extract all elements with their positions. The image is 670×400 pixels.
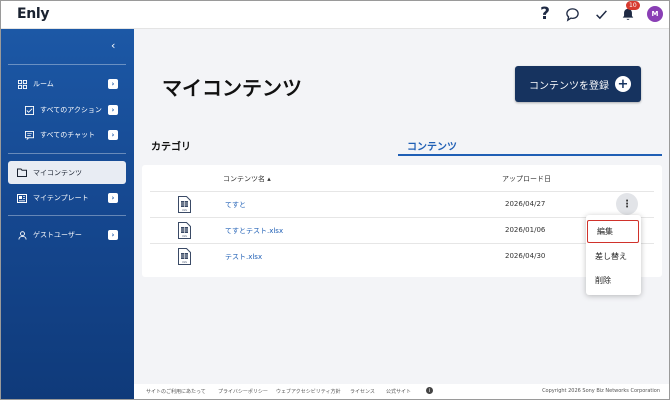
template-icon [17, 193, 27, 203]
sidebar-item-label: マイテンプレート [33, 194, 89, 202]
checkbox-icon [24, 105, 34, 115]
file-name-link[interactable]: テスト.xlsx [225, 252, 262, 262]
avatar[interactable]: M [647, 6, 663, 22]
chevron-right-icon[interactable]: › [108, 230, 118, 240]
sidebar-item-all-chats[interactable]: すべてのチャット › [8, 125, 126, 145]
folder-icon [17, 168, 27, 178]
file-name-link[interactable]: てすと [225, 200, 246, 210]
contents-table: コンテンツ名 ▴ アップロード日 XLS てすと 2026/04/27 ⋮ XL… [142, 165, 662, 277]
sidebar-divider [8, 64, 126, 65]
upload-date: 2026/04/30 [505, 252, 546, 260]
grid-icon [17, 79, 27, 89]
sidebar-divider [8, 215, 126, 216]
register-content-button[interactable]: コンテンツを登録 + [515, 66, 641, 102]
tab-contents-label: コンテンツ [407, 142, 457, 153]
sidebar: ‹ ルーム › すべてのアクション › すべてのチャット › マイコンテンツ マ… [0, 29, 134, 400]
file-name-link[interactable]: てすとテスト.xlsx [225, 226, 283, 236]
spreadsheet-file-icon: XLS [178, 196, 191, 213]
sidebar-item-label: マイコンテンツ [33, 168, 82, 177]
spreadsheet-file-icon: XLS [178, 248, 191, 265]
sidebar-item-guest-users[interactable]: ゲストユーザー › [8, 225, 126, 245]
svg-text:XLS: XLS [182, 260, 187, 264]
footer-link-license[interactable]: ライセンス [350, 388, 375, 395]
chevron-right-icon[interactable]: › [108, 130, 118, 140]
page-title: マイコンテンツ [162, 76, 302, 100]
main-content: マイコンテンツ コンテンツを登録 + カテゴリ コンテンツ コンテンツ名 ▴ ア… [134, 29, 670, 384]
tab-bar: カテゴリ コンテンツ [142, 132, 662, 156]
upload-date: 2026/01/06 [505, 226, 546, 234]
sidebar-item-label: すべてのアクション [40, 106, 102, 114]
register-content-label: コンテンツを登録 [529, 80, 609, 92]
footer-link-accessibility[interactable]: ウェブアクセシビリティ方針 [276, 388, 340, 395]
help-icon[interactable]: ? [536, 4, 554, 24]
top-header: Enly ? 10 M [0, 0, 670, 29]
info-icon[interactable]: i [426, 387, 433, 394]
sidebar-item-my-contents[interactable]: マイコンテンツ [8, 161, 126, 184]
sidebar-item-label: すべてのチャット [40, 131, 96, 139]
table-row[interactable]: XLS てすと 2026/04/27 ⋮ [150, 191, 654, 217]
plus-icon: + [615, 76, 631, 92]
chevron-right-icon[interactable]: › [108, 105, 118, 115]
column-header-name[interactable]: コンテンツ名 ▴ [223, 174, 271, 184]
app-logo[interactable]: Enly [17, 6, 50, 22]
svg-text:XLS: XLS [182, 234, 187, 238]
svg-text:XLS: XLS [182, 208, 187, 212]
notification-badge: 10 [626, 1, 640, 10]
more-options-icon[interactable]: ⋮ [616, 193, 638, 215]
user-icon [17, 230, 27, 240]
menu-item-edit[interactable]: 編集 [587, 220, 639, 243]
sidebar-item-all-actions[interactable]: すべてのアクション › [8, 100, 126, 120]
menu-item-delete[interactable]: 削除 [586, 269, 641, 292]
sidebar-item-label: ルーム [33, 80, 54, 88]
table-row[interactable]: XLS テスト.xlsx 2026/04/30 [150, 243, 654, 269]
footer: サイトのご利用にあたって プライバシーポリシー ウェブアクセシビリティ方針 ライ… [134, 384, 670, 400]
sidebar-item-label: ゲストユーザー [33, 231, 82, 239]
column-header-upload-date: アップロード日 [502, 175, 551, 183]
collapse-sidebar-icon[interactable]: ‹ [111, 39, 115, 52]
footer-link-terms[interactable]: サイトのご利用にあたって [146, 388, 206, 395]
menu-item-replace[interactable]: 差し替え [586, 245, 641, 268]
sidebar-item-my-templates[interactable]: マイテンプレート › [8, 188, 126, 208]
tab-category[interactable]: カテゴリ [151, 138, 191, 153]
spreadsheet-file-icon: XLS [178, 222, 191, 239]
copyright: Copyright 2026 Sony Biz Networks Corpora… [542, 388, 660, 394]
chevron-right-icon[interactable]: › [108, 193, 118, 203]
sidebar-item-room[interactable]: ルーム › [8, 74, 126, 94]
row-context-menu: 編集 差し替え 削除 [586, 215, 641, 295]
chat-icon [24, 130, 34, 140]
checkmark-icon[interactable] [592, 5, 610, 23]
table-row[interactable]: XLS てすとテスト.xlsx 2026/01/06 [150, 217, 654, 243]
footer-link-official-site[interactable]: 公式サイト [386, 388, 411, 395]
chevron-right-icon[interactable]: › [108, 79, 118, 89]
tab-contents[interactable]: コンテンツ [398, 132, 662, 156]
footer-link-privacy[interactable]: プライバシーポリシー [218, 388, 268, 395]
sidebar-divider [8, 153, 126, 154]
upload-date: 2026/04/27 [505, 200, 546, 208]
chat-bubble-icon[interactable] [563, 5, 581, 23]
